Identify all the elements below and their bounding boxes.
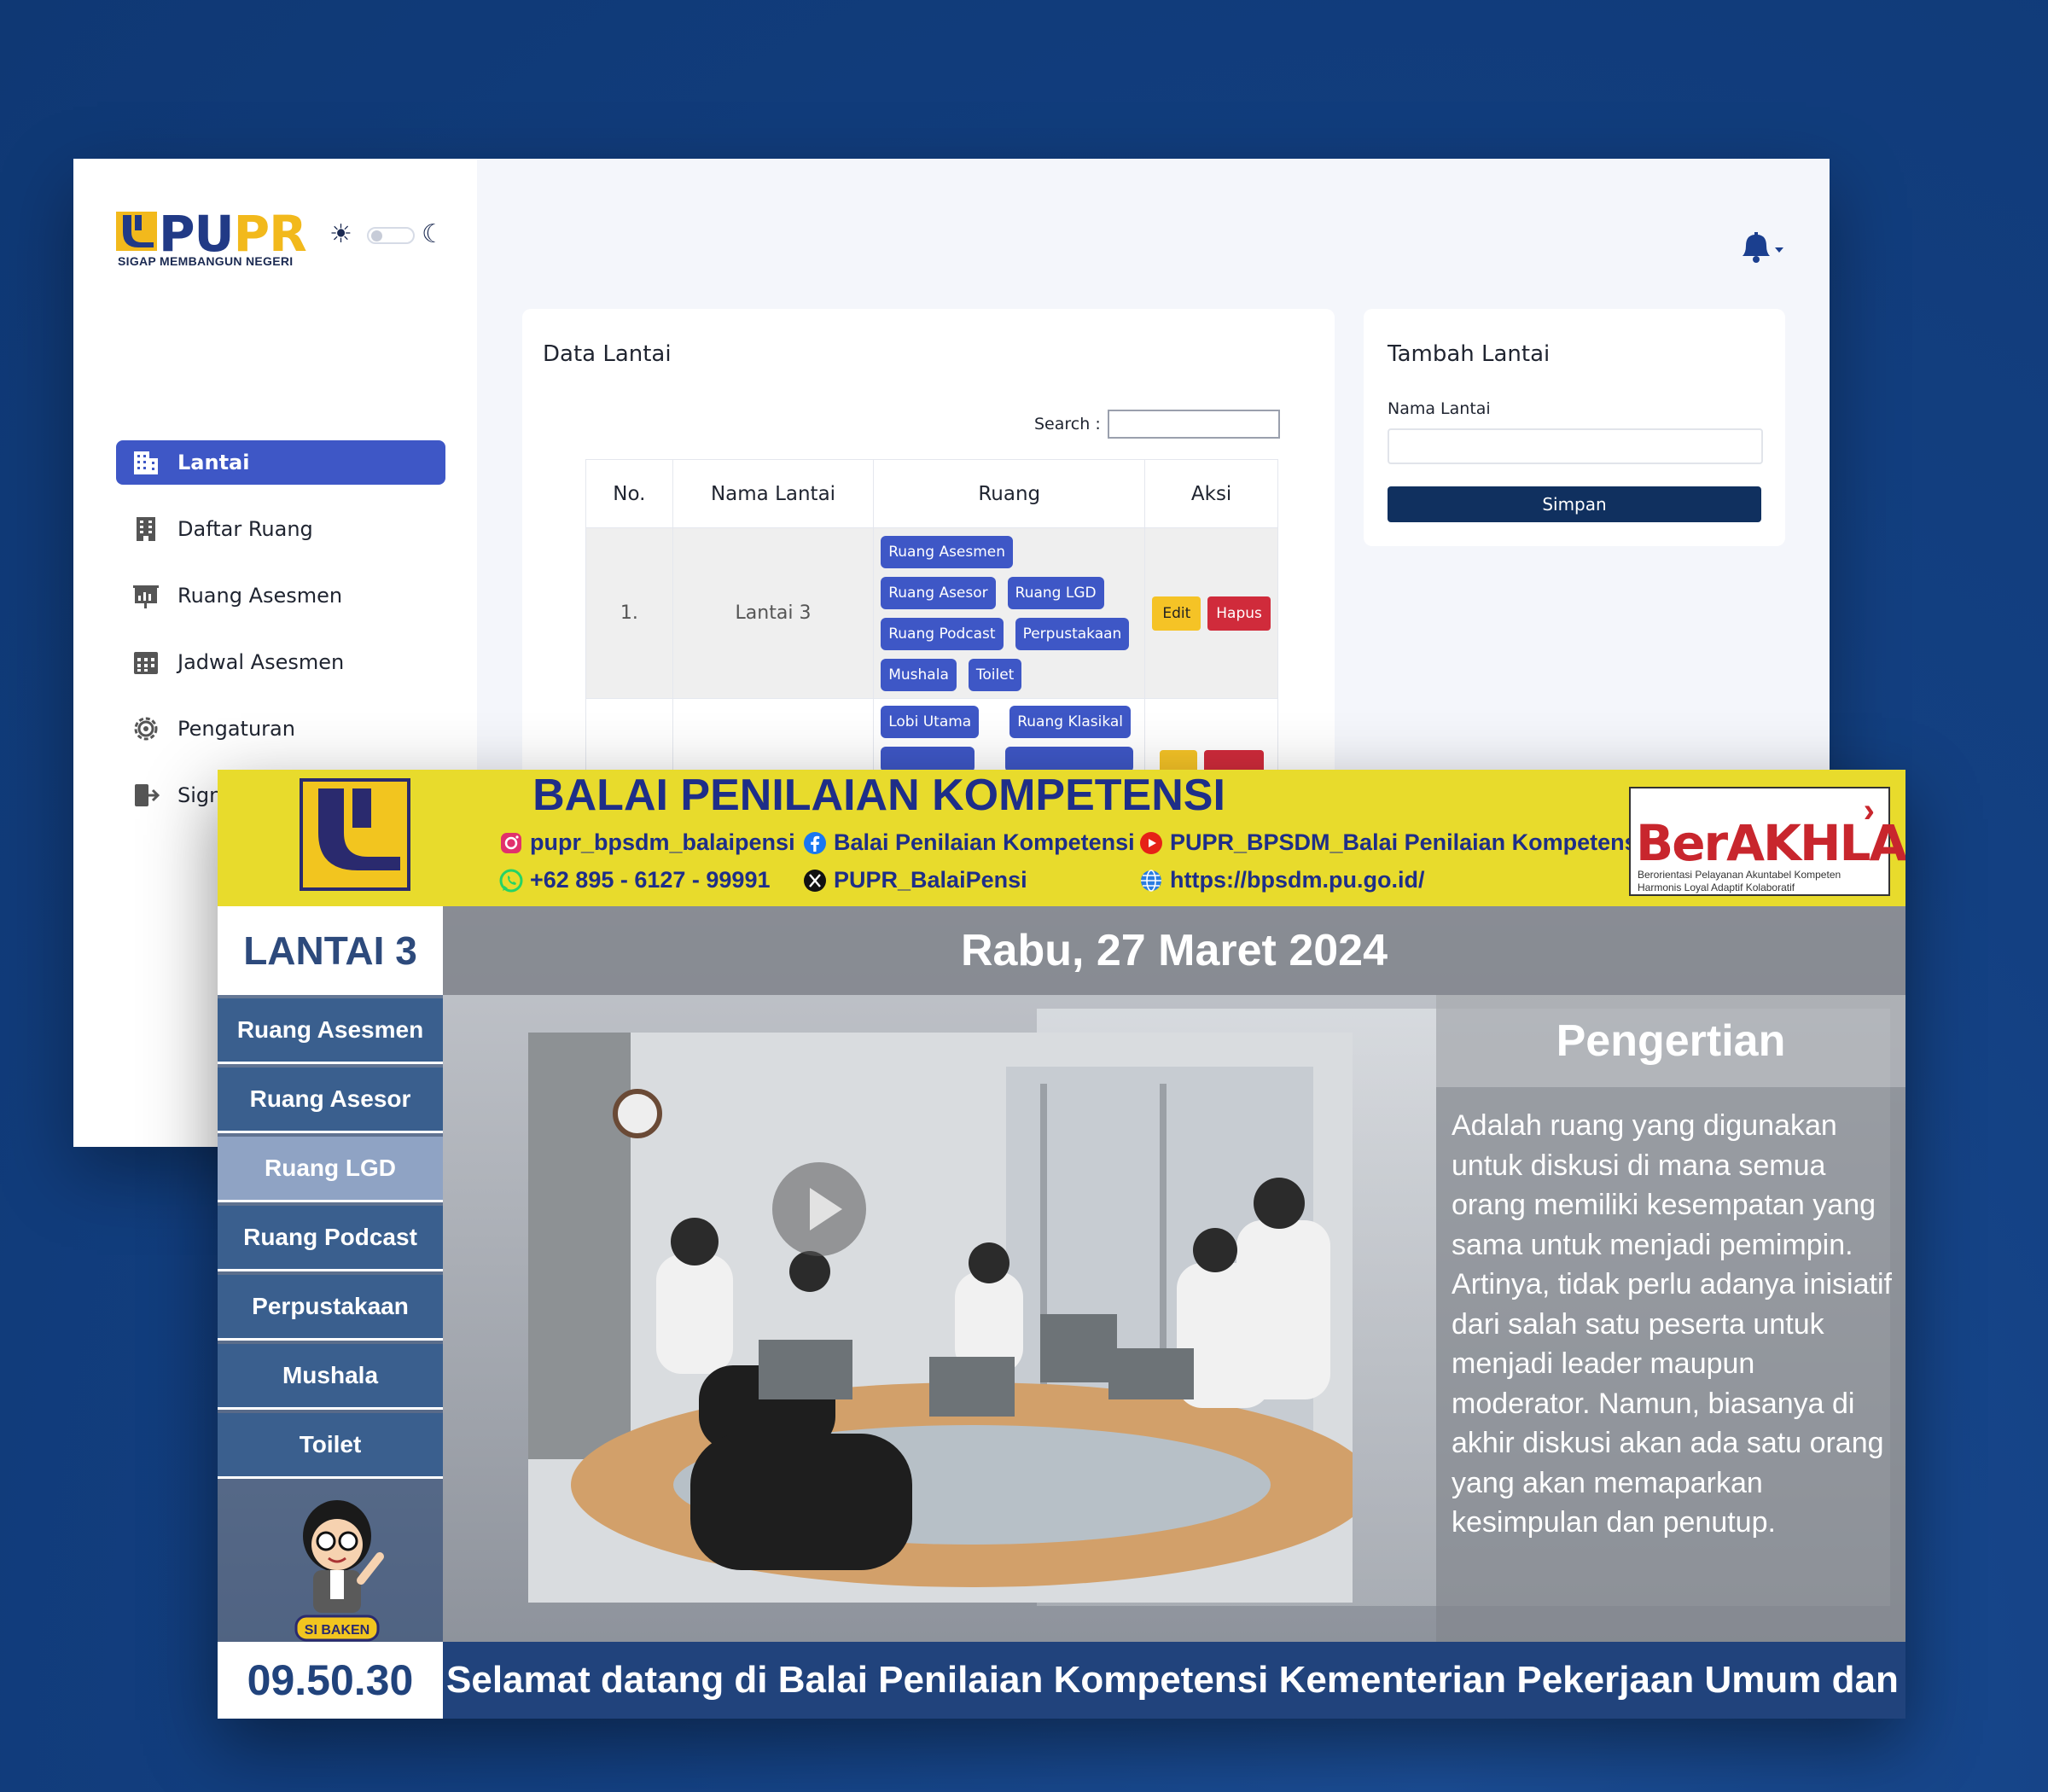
ruang-chip[interactable]: Perpustakaan (1015, 617, 1130, 650)
whatsapp-icon (499, 869, 523, 892)
x-handle: PUPR_BalaiPensi (803, 867, 1027, 893)
sidebar-item-label: Pengaturan (177, 717, 295, 741)
berakhlak-tagline: Berorientasi Pelayanan Akuntabel Kompete… (1638, 869, 1841, 893)
room-item-ruang-asesor[interactable]: Ruang Asesor (218, 1068, 443, 1133)
sidebar-item-label: Jadwal Asesmen (177, 650, 345, 674)
room-item-mushala[interactable]: Mushala (218, 1344, 443, 1410)
facebook-handle: Balai Penilaian Kompetensi (803, 829, 1135, 856)
ruang-chip[interactable]: Mushala (881, 658, 957, 691)
ruang-chip[interactable]: Toilet (968, 658, 1022, 691)
room-list: Ruang Asesmen Ruang Asesor Ruang LGD Rua… (218, 995, 443, 1642)
edit-button[interactable]: Edit (1152, 596, 1201, 631)
mascot-si-baken-icon: SI BAKEN (294, 1500, 384, 1642)
cell-no: 1. (585, 527, 673, 699)
instagram-handle: pupr_bpsdm_balaipensi (499, 829, 795, 856)
sidebar-item-label: Sign (177, 783, 223, 807)
ruang-chip[interactable]: Ruang Klasikal (1009, 706, 1131, 738)
search-bar: Search : (1034, 410, 1280, 439)
gear-icon (134, 717, 158, 741)
search-input[interactable] (1107, 410, 1280, 439)
floor-label: LANTAI 3 (218, 906, 443, 995)
facebook-icon (804, 831, 826, 854)
info-description: Adalah ruang yang digunakan untuk diskus… (1452, 1109, 1892, 1539)
cell-nama-lantai: Lantai 3 (672, 527, 875, 699)
ruang-chip[interactable]: Lobi Utama (881, 706, 980, 738)
clock-display: 09.50.30 (218, 1642, 443, 1719)
sidebar-item-jadwal-asesmen[interactable]: Jadwal Asesmen (116, 640, 445, 684)
room-item-toilet[interactable]: Toilet (218, 1413, 443, 1479)
table-row: 1. Lantai 3 Ruang Asesmen Ruang Asesor R… (585, 527, 1278, 699)
signage-header: BALAI PENILAIAN KOMPETENSI pupr_bpsdm_ba… (218, 770, 1905, 906)
sidebar-item-lantai[interactable]: Lantai (116, 440, 445, 485)
card-title: Tambah Lantai (1388, 341, 1551, 367)
ruang-chip[interactable]: Ruang Podcast (881, 617, 1004, 650)
sidebar-item-label: Lantai (177, 451, 250, 474)
signage-footer: 09.50.30 Selamat datang di Balai Penilai… (218, 1642, 1905, 1719)
mascot-label: SI BAKEN (305, 1623, 369, 1638)
calendar-grid-icon (134, 652, 158, 674)
theme-toggle[interactable]: ☀ ☾ (329, 220, 449, 249)
logo-tagline: SIGAP MEMBANGUN NEGERI (118, 254, 294, 268)
ruang-chip-list: Lobi Utama Ruang Klasikal (874, 699, 1143, 779)
nama-lantai-label: Nama Lantai (1388, 399, 1491, 418)
switch-knob (371, 230, 382, 241)
signage-title: BALAI PENILAIAN KOMPETENSI (532, 771, 1225, 820)
ruang-chip[interactable]: Ruang Asesmen (881, 535, 1014, 568)
ruang-chip[interactable]: Ruang Asesor (881, 576, 996, 609)
cell-aksi: Edit Hapus (1144, 527, 1278, 699)
room-item-ruang-asesmen[interactable]: Ruang Asesmen (218, 998, 443, 1064)
x-twitter-icon (804, 869, 826, 892)
whatsapp-number: +62 895 - 6127 - 99991 (499, 867, 770, 893)
ruang-chip-list: Ruang Asesmen Ruang Asesor Ruang LGD Rua… (874, 529, 1143, 698)
signage-body: LANTAI 3 Rabu, 27 Maret 2024 Ruang Asesm… (218, 906, 1905, 1642)
youtube-icon (1140, 831, 1162, 854)
pupr-logo-mark-icon (116, 212, 157, 251)
tambah-lantai-card: Tambah Lantai Nama Lantai Simpan (1364, 309, 1785, 546)
presentation-icon (133, 585, 159, 608)
info-title: Pengertian (1436, 995, 1905, 1087)
berakhlak-logo: › BerAKHLAK Berorientasi Pelayanan Akunt… (1629, 787, 1905, 896)
moon-icon: ☾ (422, 220, 445, 248)
hapus-button[interactable]: Hapus (1207, 596, 1271, 631)
theme-switch[interactable] (367, 227, 415, 244)
pupr-logo[interactable]: PUPR SIGAP MEMBANGUN NEGERI (116, 205, 321, 270)
room-item-perpustakaan[interactable]: Perpustakaan (218, 1275, 443, 1341)
office-building-icon (137, 517, 155, 541)
search-label: Search : (1034, 415, 1101, 433)
date-display: Rabu, 27 Maret 2024 (443, 906, 1905, 995)
berakhlak-wordmark: BerAKHLAK (1636, 814, 1905, 872)
sidebar-item-ruang-asesmen[interactable]: Ruang Asesmen (116, 573, 445, 618)
room-photo (528, 1033, 1353, 1603)
ruang-chip-placeholder[interactable] (1005, 747, 1134, 772)
sidebar-item-label: Ruang Asesmen (177, 584, 343, 608)
sun-icon: ☀ (329, 220, 352, 248)
simpan-button[interactable]: Simpan (1388, 486, 1761, 522)
sign-out-icon (135, 784, 160, 806)
running-text-ticker: Selamat datang di Balai Penilaian Kompet… (446, 1659, 1899, 1701)
sidebar-item-pengaturan[interactable]: Pengaturan (116, 707, 445, 751)
sidebar-item-daftar-ruang[interactable]: Daftar Ruang (116, 507, 445, 551)
building-icon (134, 451, 158, 474)
info-panel: Pengertian Adalah ruang yang digunakan u… (1436, 995, 1905, 1642)
column-header-aksi[interactable]: Aksi (1144, 459, 1278, 528)
cell-ruang: Ruang Asesmen Ruang Asesor Ruang LGD Rua… (873, 527, 1146, 699)
column-header-no[interactable]: No. (585, 459, 673, 528)
room-item-ruang-lgd[interactable]: Ruang LGD (218, 1137, 443, 1202)
youtube-handle: PUPR_BPSDM_Balai Penilaian Kompetensi (1139, 829, 1644, 856)
sidebar-item-label: Daftar Ruang (177, 517, 313, 541)
notification-bell-icon[interactable] (1737, 230, 1789, 265)
card-title: Data Lantai (543, 341, 672, 367)
ruang-chip-placeholder[interactable] (881, 747, 975, 772)
column-header-nama-lantai[interactable]: Nama Lantai (672, 459, 875, 528)
ruang-chip[interactable]: Ruang LGD (1007, 576, 1104, 609)
instagram-icon (501, 832, 521, 853)
room-item-ruang-podcast[interactable]: Ruang Podcast (218, 1206, 443, 1271)
video-play-button[interactable] (772, 1162, 866, 1256)
signage-display: BALAI PENILAIAN KOMPETENSI pupr_bpsdm_ba… (218, 770, 1905, 1719)
nama-lantai-input[interactable] (1388, 428, 1763, 464)
column-header-ruang[interactable]: Ruang (873, 459, 1146, 528)
globe-icon (1141, 869, 1161, 892)
website-url: https://bpsdm.pu.go.id/ (1139, 867, 1424, 893)
